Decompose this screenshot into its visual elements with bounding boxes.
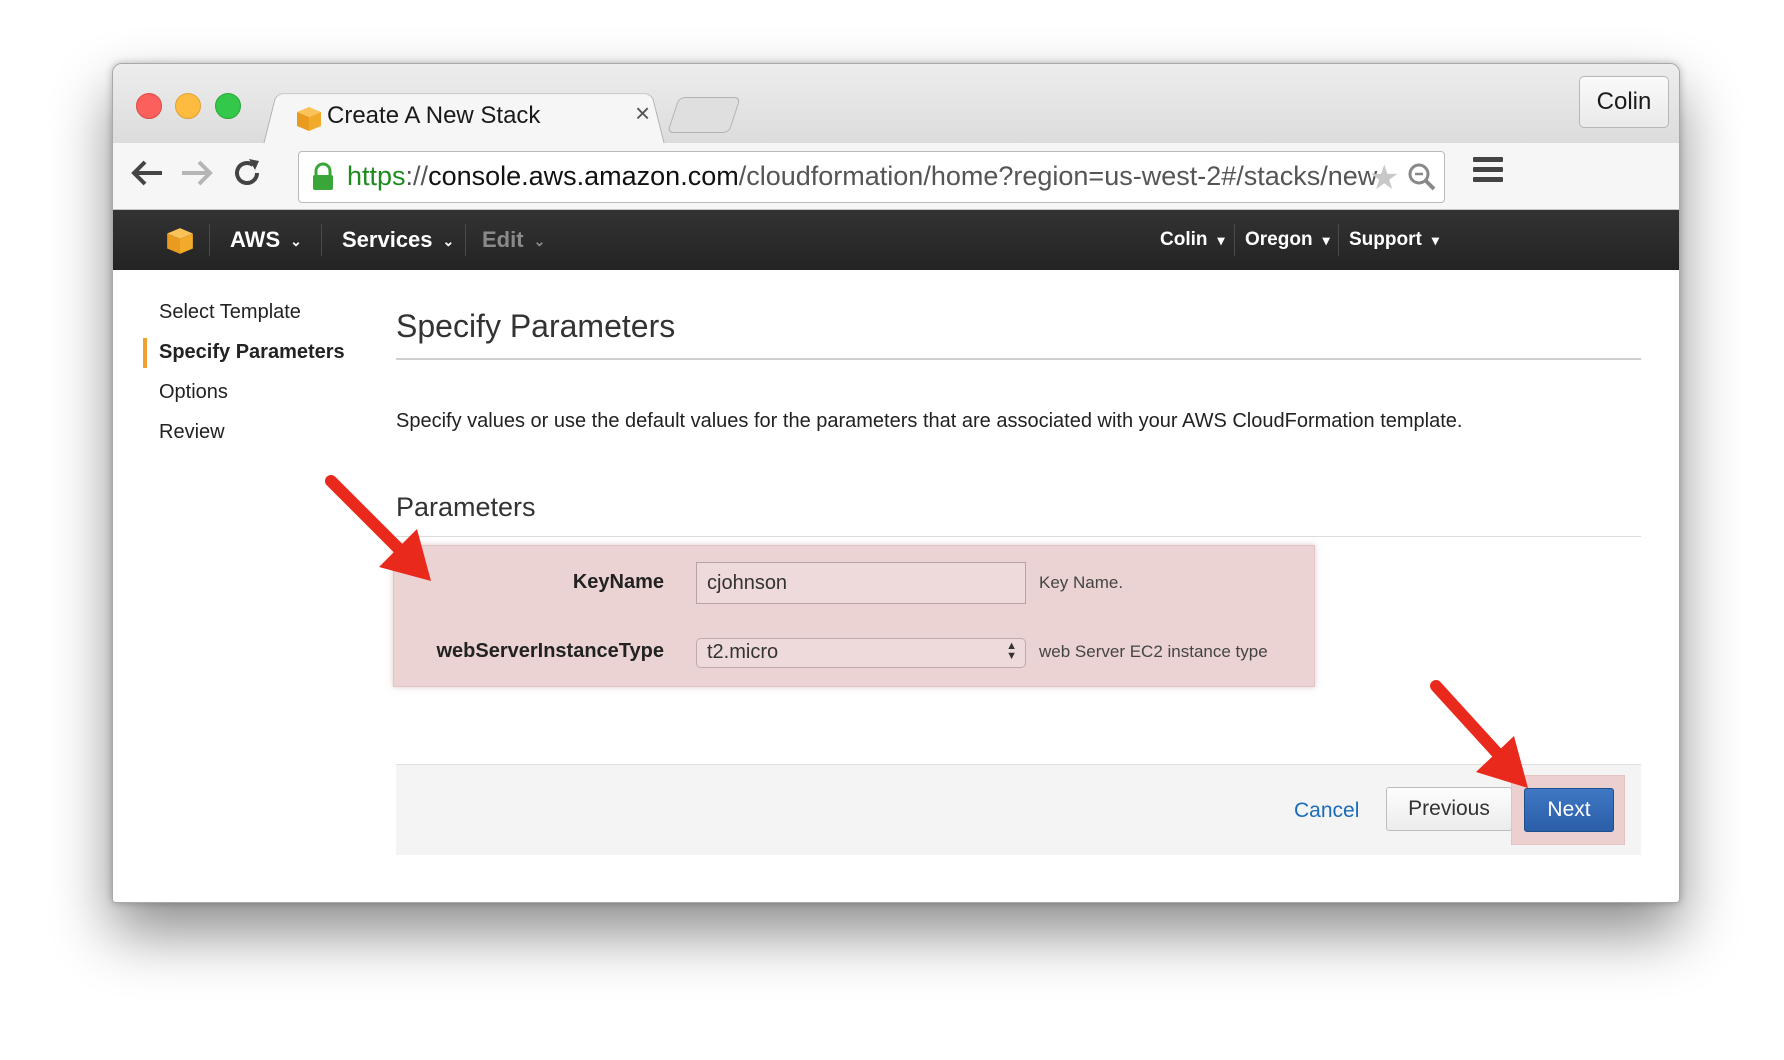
- reload-icon: [235, 159, 259, 185]
- annotation-arrow-icon: [1430, 680, 1528, 788]
- address-bar[interactable]: https://console.aws.amazon.com/cloudform…: [298, 151, 1445, 203]
- region-menu[interactable]: Oregon ▾: [1245, 210, 1330, 270]
- divider: [396, 536, 1641, 537]
- chevron-down-icon: ⌄: [533, 233, 546, 250]
- aws-navbar: AWS ⌄ Services ⌄ Edit ⌄ Colin ▾ Oregon ▾ Supp…: [113, 210, 1679, 270]
- forward-button[interactable]: [175, 151, 219, 195]
- keyname-input[interactable]: [696, 562, 1026, 604]
- maximize-window-button[interactable]: [215, 93, 241, 119]
- instance-type-value: t2.micro: [707, 641, 779, 663]
- wizard-steps: Select Template Specify Parameters Optio…: [143, 300, 345, 460]
- instance-type-help: web Server EC2 instance type: [1039, 642, 1268, 661]
- close-window-button[interactable]: [136, 93, 162, 119]
- instance-type-label: webServerInstanceType: [436, 640, 664, 662]
- step-options[interactable]: Options: [143, 380, 345, 420]
- url-text[interactable]: https://console.aws.amazon.com/cloudform…: [347, 161, 1377, 192]
- lock-icon: [313, 162, 333, 190]
- tab-strip: Create A New Stack × Colin: [113, 64, 1679, 145]
- edit-menu[interactable]: Edit ⌄: [482, 210, 545, 270]
- aws-menu[interactable]: AWS ⌄: [230, 210, 302, 270]
- instance-type-select[interactable]: t2.micro ▲ ▼: [696, 638, 1026, 668]
- new-tab-button[interactable]: [667, 97, 741, 133]
- browser-menu-icon[interactable]: [1473, 157, 1503, 187]
- minimize-window-button[interactable]: [175, 93, 201, 119]
- reload-button[interactable]: [225, 151, 269, 195]
- keyname-label: KeyName: [572, 571, 664, 593]
- support-menu[interactable]: Support ▾: [1349, 210, 1439, 270]
- parameters-highlight: KeyName Key Name. webServerInstanceType …: [393, 545, 1315, 687]
- bookmark-star-icon[interactable]: ★: [1369, 158, 1399, 198]
- page-description: Specify values or use the default values…: [396, 410, 1463, 432]
- back-button[interactable]: [125, 151, 169, 195]
- browser-toolbar: https://console.aws.amazon.com/cloudform…: [113, 143, 1679, 210]
- select-arrows-icon: ▲ ▼: [1006, 640, 1017, 662]
- caret-down-icon: ▾: [1431, 232, 1439, 248]
- close-tab-icon[interactable]: ×: [635, 98, 650, 129]
- step-select-template[interactable]: Select Template: [143, 300, 345, 340]
- forward-arrow-icon: [182, 160, 213, 186]
- caret-down-icon: ▾: [1322, 232, 1330, 248]
- profile-button[interactable]: Colin: [1579, 76, 1669, 128]
- annotation-arrow-icon: [325, 475, 431, 581]
- page-title: Specify Parameters: [396, 308, 676, 344]
- services-menu[interactable]: Services ⌄: [342, 210, 454, 270]
- caret-down-icon: ▾: [1217, 232, 1225, 248]
- chevron-down-icon: ⌄: [442, 233, 455, 250]
- back-arrow-icon: [131, 160, 162, 186]
- step-review[interactable]: Review: [143, 420, 345, 460]
- aws-cube-icon: [297, 107, 321, 131]
- search-icon[interactable]: [1407, 162, 1437, 192]
- aws-cube-icon[interactable]: [165, 226, 195, 256]
- tab-title: Create A New Stack: [327, 102, 541, 129]
- user-menu[interactable]: Colin ▾: [1160, 210, 1225, 270]
- keyname-help: Key Name.: [1039, 573, 1124, 592]
- divider: [396, 358, 1641, 360]
- cancel-link[interactable]: Cancel: [1294, 799, 1359, 823]
- browser-tab-active[interactable]: Create A New Stack ×: [263, 88, 665, 145]
- step-specify-parameters[interactable]: Specify Parameters: [143, 338, 345, 380]
- chevron-down-icon: ⌄: [290, 233, 302, 250]
